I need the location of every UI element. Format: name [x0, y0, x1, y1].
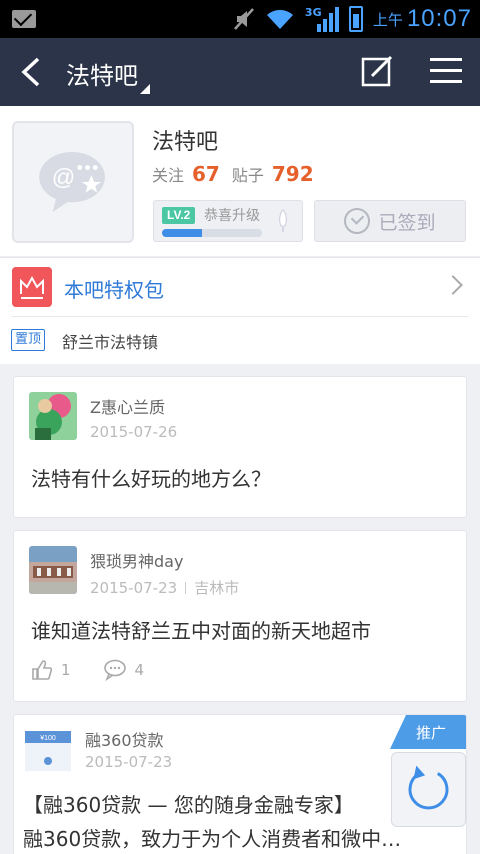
level-badge: LV.2 — [162, 207, 196, 224]
comment-count: 4 — [134, 661, 145, 679]
posts-label: 贴子 — [231, 166, 264, 185]
ad-thumb-label: ¥100 — [40, 735, 56, 742]
meta-separator — [185, 582, 187, 594]
like-count: 1 — [61, 661, 71, 679]
user-avatar[interactable] — [29, 392, 77, 440]
follow-label: 关注 — [152, 166, 185, 185]
post-title[interactable]: 谁知道法特舒兰五中对面的新天地超市 — [31, 615, 371, 644]
nav-title[interactable]: 法特吧 — [66, 56, 138, 91]
post-date: 2015-07-26 — [90, 423, 178, 441]
post-meta: 2015-07-23 — [85, 753, 172, 771]
svg-text:@: @ — [52, 164, 76, 190]
dropdown-corner-icon — [140, 84, 150, 94]
avatar-image — [29, 392, 77, 440]
crown-icon — [12, 267, 52, 307]
ad-username[interactable]: 融360贷款 — [85, 727, 164, 751]
check-circle-icon — [344, 208, 371, 234]
status-icons: 3G 上午 10:07 — [233, 3, 472, 35]
back-arrow-icon[interactable] — [18, 56, 48, 88]
nav-bar: 法特吧 — [0, 38, 480, 106]
comment-button[interactable]: 4 — [103, 659, 145, 681]
refresh-icon — [408, 765, 449, 810]
ad-avatar[interactable]: ¥100 — [24, 725, 72, 773]
hamburger-menu-icon[interactable] — [430, 58, 464, 86]
mail-notification-icon — [12, 10, 36, 28]
signed-in-label: 已签到 — [378, 211, 436, 234]
forum-header: @ 法特吧 关注 67 贴子 792 LV.2 恭喜升级 已签到 — [0, 106, 480, 256]
ad-line-1[interactable]: 【融360贷款 — 您的随身金融专家】 — [23, 789, 354, 818]
post-location: 吉林市 — [194, 579, 240, 597]
posts-count: 792 — [271, 162, 314, 186]
signal-icon: 3G — [305, 6, 339, 32]
post-username[interactable]: 猥琐男神day — [90, 548, 183, 572]
level-text: 恭喜升级 — [204, 208, 260, 224]
post-meta: 2015-07-23 吉林市 — [90, 577, 239, 598]
ad-thumbnail: ¥100 — [24, 725, 72, 773]
signed-in-button[interactable]: 已签到 — [314, 200, 466, 242]
level-progress-bar — [162, 229, 262, 237]
avatar-image — [29, 546, 77, 594]
pinned-thread[interactable]: 置顶 舒兰市法特镇 — [0, 316, 480, 364]
divider — [12, 316, 468, 317]
status-time: 10:07 — [406, 5, 472, 32]
status-bar: 3G 上午 10:07 — [0, 0, 480, 38]
post-username[interactable]: Z惠心兰质 — [90, 394, 165, 418]
level-box[interactable]: LV.2 恭喜升级 — [153, 200, 303, 242]
thread-card[interactable]: Z惠心兰质 2015-07-26 法特有什么好玩的地方么？ — [13, 376, 467, 518]
privilege-label: 本吧特权包 — [64, 278, 164, 302]
user-avatar[interactable] — [29, 546, 77, 594]
chevron-right-icon — [443, 275, 463, 295]
comment-bubble-icon — [103, 659, 126, 681]
post-meta: 2015-07-26 — [90, 423, 177, 441]
post-date: 2015-07-23 — [90, 579, 178, 597]
ad-date: 2015-07-23 — [85, 753, 173, 771]
forum-stats: 关注 67 贴子 792 — [152, 162, 326, 186]
battery-icon — [348, 6, 363, 32]
status-ampm: 上午 — [372, 10, 403, 29]
ad-line-2[interactable]: 融360贷款，致力于为个人消费者和微中… — [23, 823, 401, 852]
post-actions: 1 4 — [31, 659, 144, 681]
promoted-tag: 推广 — [390, 715, 466, 749]
follow-count: 67 — [192, 162, 220, 186]
rocket-icon — [279, 209, 287, 232]
forum-avatar[interactable]: @ — [12, 121, 134, 243]
privilege-row[interactable]: 本吧特权包 — [0, 257, 480, 316]
thread-card[interactable]: 猥琐男神day 2015-07-23 吉林市 谁知道法特舒兰五中对面的新天地超市 … — [13, 530, 467, 702]
pinned-tag: 置顶 — [11, 329, 46, 351]
like-button[interactable]: 1 — [31, 659, 71, 681]
thumbs-up-icon — [32, 660, 53, 680]
refresh-button[interactable] — [391, 752, 466, 827]
mute-icon — [233, 8, 254, 30]
forum-name: 法特吧 — [152, 130, 219, 155]
pinned-text: 舒兰市法特镇 — [62, 333, 159, 352]
level-progress-fill — [162, 229, 202, 237]
compose-icon[interactable] — [360, 54, 394, 88]
post-title[interactable]: 法特有什么好玩的地方么？ — [31, 463, 271, 492]
forum-default-avatar-icon: @ — [39, 152, 105, 212]
wifi-icon — [266, 9, 293, 29]
